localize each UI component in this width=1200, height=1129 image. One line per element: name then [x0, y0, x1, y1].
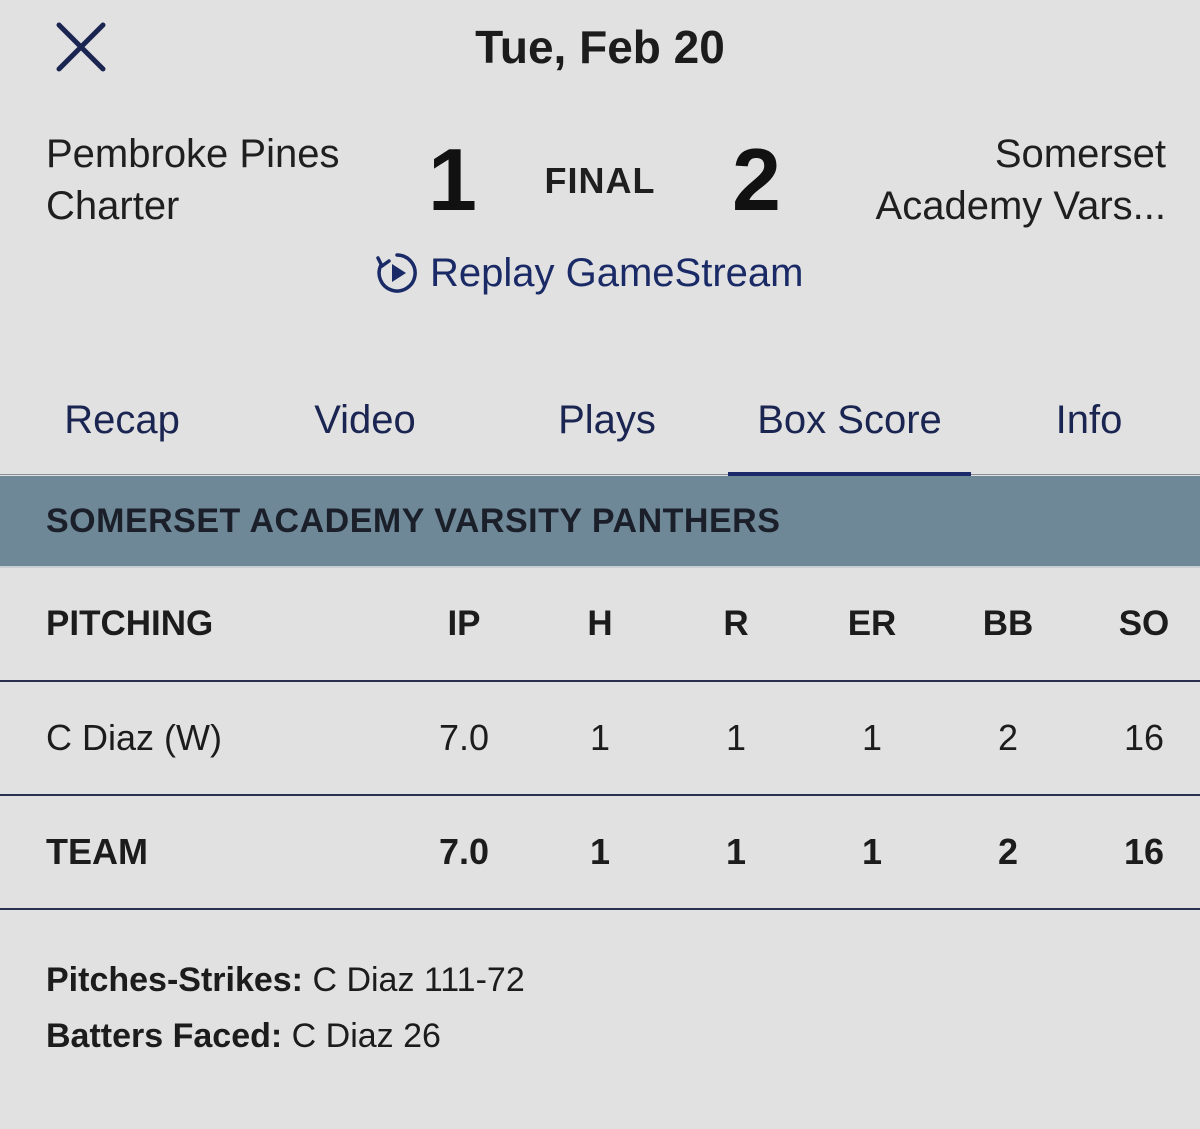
note-value: C Diaz 111-72 — [303, 961, 525, 999]
tab-plays[interactable]: Plays — [486, 365, 728, 475]
away-score: 2 — [732, 130, 781, 229]
note-label: Batters Faced: — [46, 1017, 283, 1055]
stat-ip: 7.0 — [438, 717, 490, 758]
note-label: Pitches-Strikes: — [46, 961, 303, 999]
column-header[interactable]: ER — [812, 568, 932, 680]
table-header-row: PITCHING IP H R ER BB SO — [0, 568, 1200, 682]
stat-bb: 2 — [997, 717, 1019, 758]
total-ip: 7.0 — [438, 831, 490, 872]
stat-h: 1 — [589, 717, 611, 758]
total-r: 1 — [725, 831, 747, 872]
batters-faced-note: Batters Faced: C Diaz 26 — [46, 1008, 525, 1064]
column-header[interactable]: PITCHING — [46, 568, 213, 680]
team-total-row: TEAM 7.0 1 1 1 2 16 — [0, 796, 1200, 910]
replay-icon — [374, 250, 420, 296]
tab-recap[interactable]: Recap — [0, 365, 244, 475]
tab-info[interactable]: Info — [971, 365, 1200, 475]
pitches-strikes-note: Pitches-Strikes: C Diaz 111-72 — [46, 952, 525, 1008]
stat-so: 16 — [1123, 717, 1165, 758]
stat-r: 1 — [725, 717, 747, 758]
tab-box-score[interactable]: Box Score — [728, 365, 971, 476]
column-header[interactable]: BB — [948, 568, 1068, 680]
total-er: 1 — [861, 831, 883, 872]
replay-label: Replay GameStream — [430, 250, 804, 295]
column-header[interactable]: H — [540, 568, 660, 680]
column-header[interactable]: IP — [404, 568, 524, 680]
tab-bar: Recap Video Plays Box Score Info — [0, 365, 1200, 476]
stat-er: 1 — [861, 717, 883, 758]
total-bb: 2 — [997, 831, 1019, 872]
total-label: TEAM — [46, 831, 148, 872]
player-name[interactable]: C Diaz (W) — [46, 682, 222, 794]
pitching-table: PITCHING IP H R ER BB SO C Diaz (W) 7.0 … — [0, 568, 1200, 910]
away-team-name[interactable]: Somerset Academy Vars... — [826, 128, 1166, 232]
game-date: Tue, Feb 20 — [475, 21, 725, 73]
tab-video[interactable]: Video — [244, 365, 486, 475]
table-row[interactable]: C Diaz (W) 7.0 1 1 1 2 16 — [0, 682, 1200, 796]
column-header[interactable]: R — [676, 568, 796, 680]
column-header[interactable]: SO — [1084, 568, 1200, 680]
team-section-header: SOMERSET ACADEMY VARSITY PANTHERS — [0, 476, 1200, 568]
note-value: C Diaz 26 — [282, 1017, 441, 1055]
team-section-title: SOMERSET ACADEMY VARSITY PANTHERS — [46, 501, 781, 540]
total-so: 16 — [1123, 831, 1165, 872]
replay-gamestream-link[interactable]: Replay GameStream — [374, 250, 803, 296]
pitching-notes: Pitches-Strikes: C Diaz 111-72 Batters F… — [46, 952, 525, 1064]
total-h: 1 — [589, 831, 611, 872]
